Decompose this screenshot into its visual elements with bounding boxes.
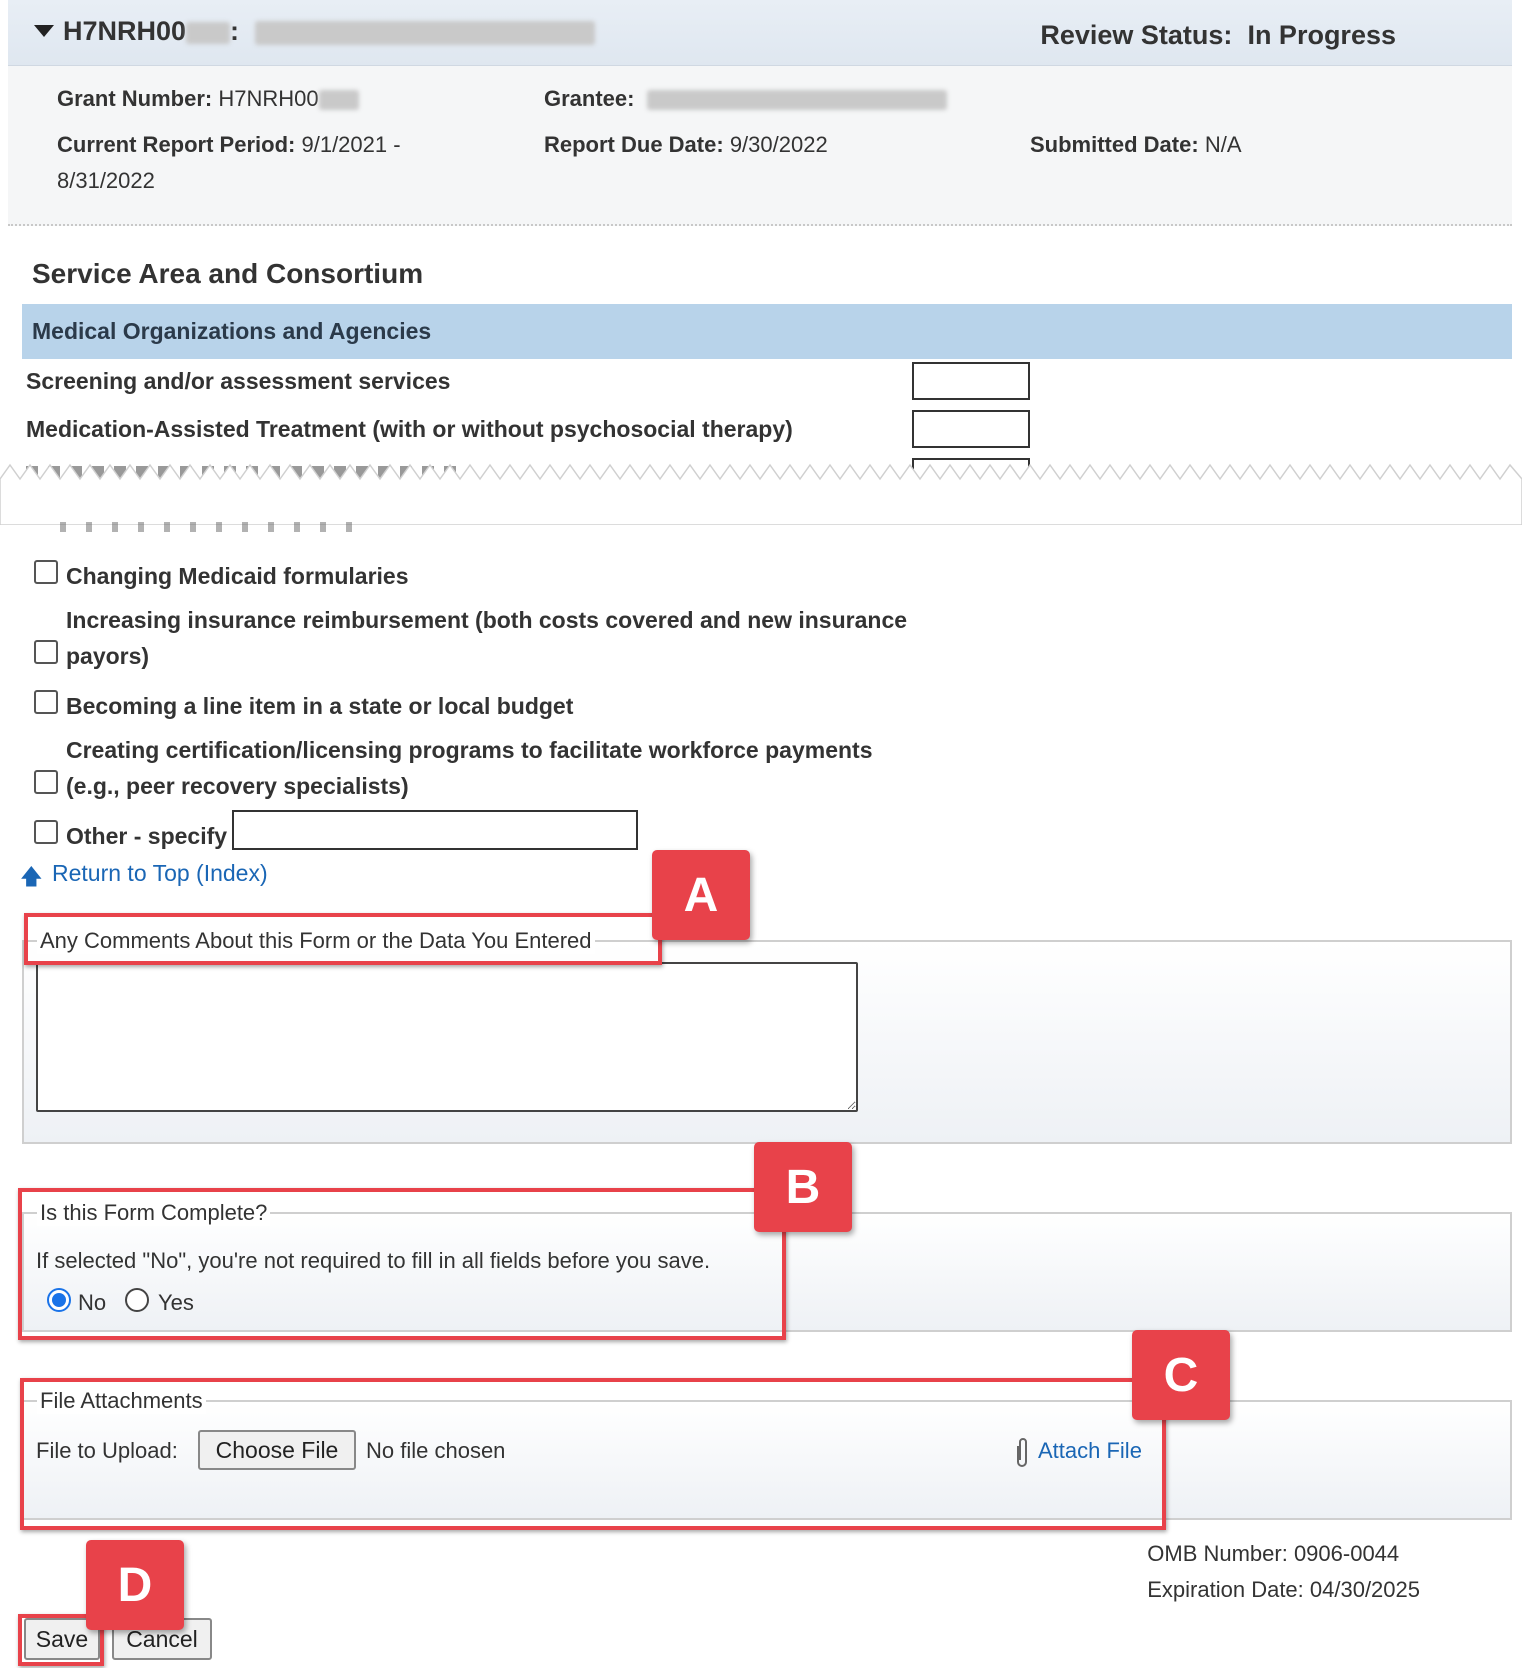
period-value-end: 8/31/2022 — [57, 168, 155, 193]
screening-count-input[interactable] — [912, 362, 1030, 400]
return-to-top-link[interactable]: Return to Top (Index) — [52, 860, 268, 887]
review-status: Review Status: In Progress — [1040, 20, 1396, 51]
review-status-label: Review Status: — [1040, 20, 1233, 50]
grant-number-value: H7NRH00 — [218, 86, 319, 111]
due-date-value: 9/30/2022 — [729, 132, 828, 157]
period-label: Current Report Period: — [57, 132, 296, 157]
checkbox-medicaid-formularies[interactable] — [34, 560, 58, 584]
annotation-badge-d: D — [86, 1540, 184, 1630]
label-certification-line1: Creating certification/licensing program… — [66, 737, 873, 763]
grant-title-separator: : — [230, 16, 240, 46]
omb-expiration: Expiration Date: 04/30/2025 — [1147, 1577, 1420, 1602]
page-tear-divider — [0, 463, 1522, 525]
report-due-date: Report Due Date: 9/30/2022 — [544, 132, 828, 158]
row-label-screening: Screening and/or assessment services — [26, 368, 451, 394]
checkbox-budget-line-item[interactable] — [34, 690, 58, 714]
submitted-date-label: Submitted Date: — [1030, 132, 1199, 157]
review-status-value: In Progress — [1247, 20, 1396, 50]
redacted-grant-suffix — [186, 21, 231, 44]
checkbox-other[interactable] — [34, 820, 58, 844]
label-certification-line2: (e.g., peer recovery specialists) — [66, 773, 409, 799]
other-specify-input[interactable] — [232, 810, 638, 850]
checkbox-certification-programs[interactable] — [34, 770, 58, 794]
annotation-box-b — [18, 1188, 786, 1340]
annotation-box-a — [24, 913, 662, 965]
annotation-badge-b: B — [754, 1142, 852, 1232]
label-insurance-line2: payors) — [66, 643, 150, 669]
mat-count-input[interactable] — [912, 410, 1030, 448]
label-other: Other - specify — [66, 823, 228, 849]
checkbox-insurance-reimbursement[interactable] — [34, 640, 58, 664]
current-report-period: Current Report Period: 9/1/2021 - — [57, 132, 401, 158]
grant-id-prefix: H7NRH00 — [63, 16, 187, 46]
redacted-grant-number — [318, 90, 359, 111]
grantee-label: Grantee: — [544, 86, 635, 111]
section-subheader: Medical Organizations and Agencies — [32, 318, 432, 344]
comments-textarea[interactable] — [36, 962, 858, 1112]
grantee: Grantee: — [544, 86, 947, 112]
omb-info: OMB Number: 0906-0044 Expiration Date: 0… — [1147, 1536, 1420, 1608]
label-medicaid-formularies: Changing Medicaid formularies — [66, 563, 409, 589]
arrow-up-icon[interactable]: 🡅 — [20, 860, 43, 898]
grant-number-label: Grant Number: — [57, 86, 213, 111]
annotation-badge-a: A — [652, 850, 750, 940]
due-date-label: Report Due Date: — [544, 132, 724, 157]
redacted-grantee — [646, 90, 947, 111]
redacted-grantee-name — [254, 20, 595, 45]
submitted-date-value: N/A — [1204, 132, 1242, 157]
section-title: Service Area and Consortium — [32, 258, 424, 289]
label-insurance-line1: Increasing insurance reimbursement (both… — [66, 607, 908, 633]
cut-off-row-fragment — [60, 522, 360, 532]
collapse-triangle-icon[interactable] — [34, 25, 54, 37]
grant-number: Grant Number: H7NRH00 — [57, 86, 359, 112]
grant-title: H7NRH00: — [63, 16, 595, 47]
omb-number: OMB Number: 0906-0044 — [1147, 1541, 1400, 1566]
annotation-box-c — [20, 1378, 1166, 1530]
submitted-date: Submitted Date: N/A — [1030, 132, 1242, 158]
annotation-badge-c: C — [1132, 1330, 1230, 1420]
period-value-start: 9/1/2021 - — [301, 132, 401, 157]
row-label-mat: Medication-Assisted Treatment (with or w… — [26, 416, 793, 442]
label-budget-line-item: Becoming a line item in a state or local… — [66, 693, 574, 719]
